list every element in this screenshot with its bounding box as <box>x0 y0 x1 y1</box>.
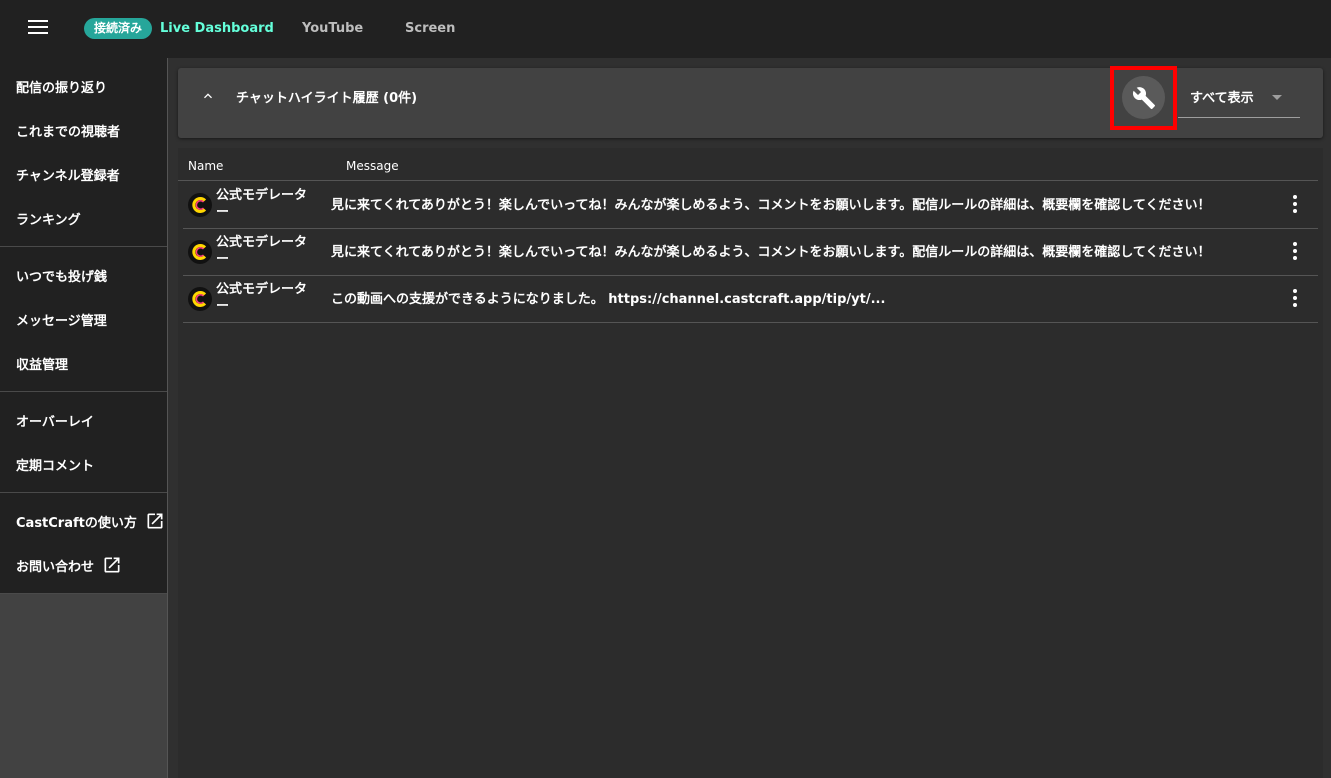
sidebar-item-label: オーバーレイ <box>16 414 94 430</box>
sidebar-item-label: 定期コメント <box>16 458 95 474</box>
more-vert-icon[interactable] <box>1292 289 1298 309</box>
sidebar-item-revenue[interactable]: 収益管理 <box>0 341 167 385</box>
sidebar: 配信の振り返り これまでの視聴者 チャンネル登録者 ランキング いつでも投げ銭 … <box>0 58 168 778</box>
author-name: 公式モデレーター <box>216 235 308 267</box>
hamburger-menu-icon[interactable] <box>28 20 48 36</box>
sidebar-item-ranking[interactable]: ランキング <box>0 196 167 240</box>
sidebar-item-label: チャンネル登録者 <box>16 168 120 184</box>
column-header-message: Message <box>346 159 399 173</box>
sidebar-item-how-to-use[interactable]: CastCraftの使い方 <box>0 499 167 543</box>
top-app-bar: 接続済み Live Dashboard YouTube Screen <box>0 0 1331 58</box>
table-row[interactable]: 公式モデレーター 見に来てくれてありがとう！楽しんでいってね！みんなが楽しめるよ… <box>183 229 1318 276</box>
panel-title: チャットハイライト履歴 (0件) <box>236 91 418 106</box>
sidebar-item-subscribers[interactable]: チャンネル登録者 <box>0 152 167 196</box>
filter-select[interactable]: すべて表示 <box>1178 78 1300 118</box>
open-in-new-icon <box>147 513 163 529</box>
sidebar-item-label: これまでの視聴者 <box>16 124 121 140</box>
sidebar-item-stream-review[interactable]: 配信の振り返り <box>0 64 167 108</box>
open-in-new-icon <box>104 557 120 573</box>
nav-group-help: CastCraftの使い方 お問い合わせ <box>0 493 167 594</box>
castcraft-logo-icon <box>188 287 212 311</box>
sidebar-item-past-viewers[interactable]: これまでの視聴者 <box>0 108 167 152</box>
sidebar-item-tipping[interactable]: いつでも投げ銭 <box>0 253 167 297</box>
castcraft-logo-icon <box>188 240 212 264</box>
sidebar-nav: 配信の振り返り これまでの視聴者 チャンネル登録者 ランキング いつでも投げ銭 … <box>0 58 167 594</box>
sidebar-item-label: お問い合わせ <box>16 559 95 575</box>
dropdown-arrow-icon <box>1272 95 1282 100</box>
sidebar-item-label: 収益管理 <box>16 357 69 373</box>
message-text: 見に来てくれてありがとう！楽しんでいってね！みんなが楽しめるよう、コメントをお願… <box>331 198 1211 213</box>
filter-select-value: すべて表示 <box>1190 91 1254 106</box>
settings-button[interactable] <box>1122 76 1165 119</box>
highlight-table: Name Message 公式モデレーター 見に来てくれてありがとう！楽しんでい… <box>178 148 1323 778</box>
author-name: 公式モデレーター <box>216 282 308 314</box>
highlight-box <box>1110 66 1177 130</box>
nav-group-analytics: 配信の振り返り これまでの視聴者 チャンネル登録者 ランキング <box>0 58 167 247</box>
table-header: Name Message <box>178 148 1318 181</box>
sidebar-item-contact[interactable]: お問い合わせ <box>0 543 167 587</box>
nav-group-monetization: いつでも投げ銭 メッセージ管理 収益管理 <box>0 247 167 392</box>
connection-status-badge: 接続済み <box>84 18 153 39</box>
sidebar-item-overlay[interactable]: オーバーレイ <box>0 398 167 442</box>
more-vert-icon[interactable] <box>1292 242 1298 262</box>
sidebar-item-label: CastCraftの使い方 <box>16 515 137 531</box>
sidebar-item-label: いつでも投げ銭 <box>16 269 108 285</box>
sidebar-item-label: 配信の振り返り <box>16 80 108 96</box>
chevron-up-icon[interactable] <box>200 88 216 104</box>
tab-screen[interactable]: Screen <box>405 20 455 38</box>
table-row[interactable]: 公式モデレーター 見に来てくれてありがとう！楽しんでいってね！みんなが楽しめるよ… <box>183 182 1318 229</box>
chat-highlight-panel-header: チャットハイライト履歴 (0件) すべて表示 <box>178 66 1323 138</box>
wrench-icon <box>1132 86 1155 109</box>
sidebar-item-label: メッセージ管理 <box>16 313 107 329</box>
more-vert-icon[interactable] <box>1292 195 1298 215</box>
sidebar-item-scheduled-comments[interactable]: 定期コメント <box>0 442 167 486</box>
column-header-name: Name <box>188 159 224 173</box>
message-text: この動画への支援ができるようになりました。 https://channel.ca… <box>331 292 886 307</box>
sidebar-item-label: ランキング <box>16 212 81 228</box>
castcraft-logo-icon <box>188 193 212 217</box>
table-row[interactable]: 公式モデレーター この動画への支援ができるようになりました。 https://c… <box>183 276 1318 323</box>
sidebar-item-message-management[interactable]: メッセージ管理 <box>0 297 167 341</box>
tab-youtube[interactable]: YouTube <box>302 20 363 38</box>
author-name: 公式モデレーター <box>216 188 308 220</box>
message-text: 見に来てくれてありがとう！楽しんでいってね！みんなが楽しめるよう、コメントをお願… <box>331 245 1211 260</box>
nav-group-tools: オーバーレイ 定期コメント <box>0 392 167 493</box>
main-content: チャットハイライト履歴 (0件) すべて表示 Name Message 公式モデ… <box>168 58 1331 778</box>
tab-live-dashboard[interactable]: Live Dashboard <box>160 20 274 38</box>
